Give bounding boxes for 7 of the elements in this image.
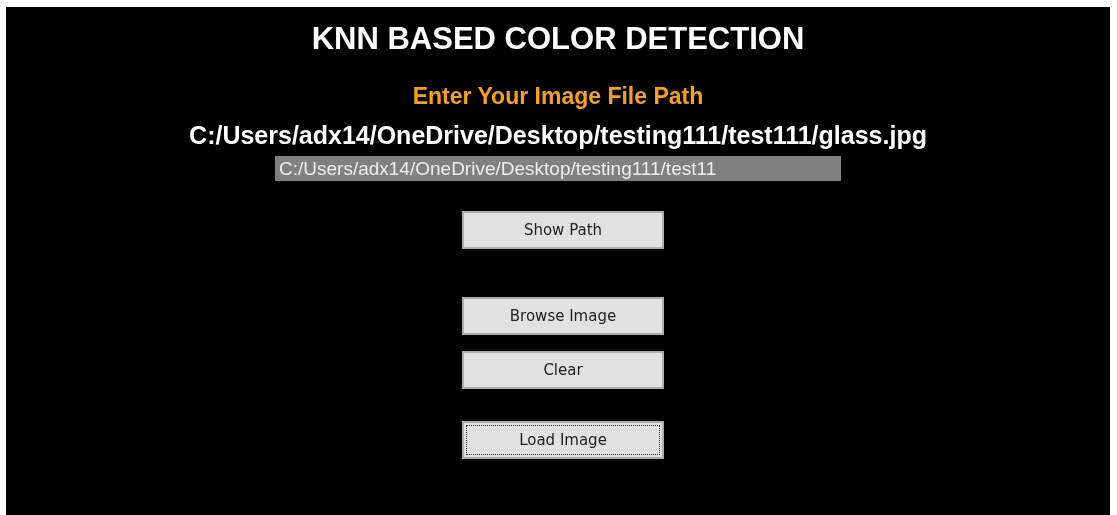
action-button[interactable]: Browse Image	[462, 297, 664, 335]
prompt-label: Enter Your Image File Path	[412, 82, 704, 110]
action-button[interactable]: Clear	[462, 351, 664, 389]
app-title: KNN BASED COLOR DETECTION	[311, 21, 805, 57]
action-button[interactable]: Show Path	[462, 211, 664, 249]
action-button[interactable]: Load Image	[462, 421, 664, 459]
path-label: C:/Users/adx14/OneDrive/Desktop/testing111/test111/glass.jpg	[189, 120, 927, 150]
